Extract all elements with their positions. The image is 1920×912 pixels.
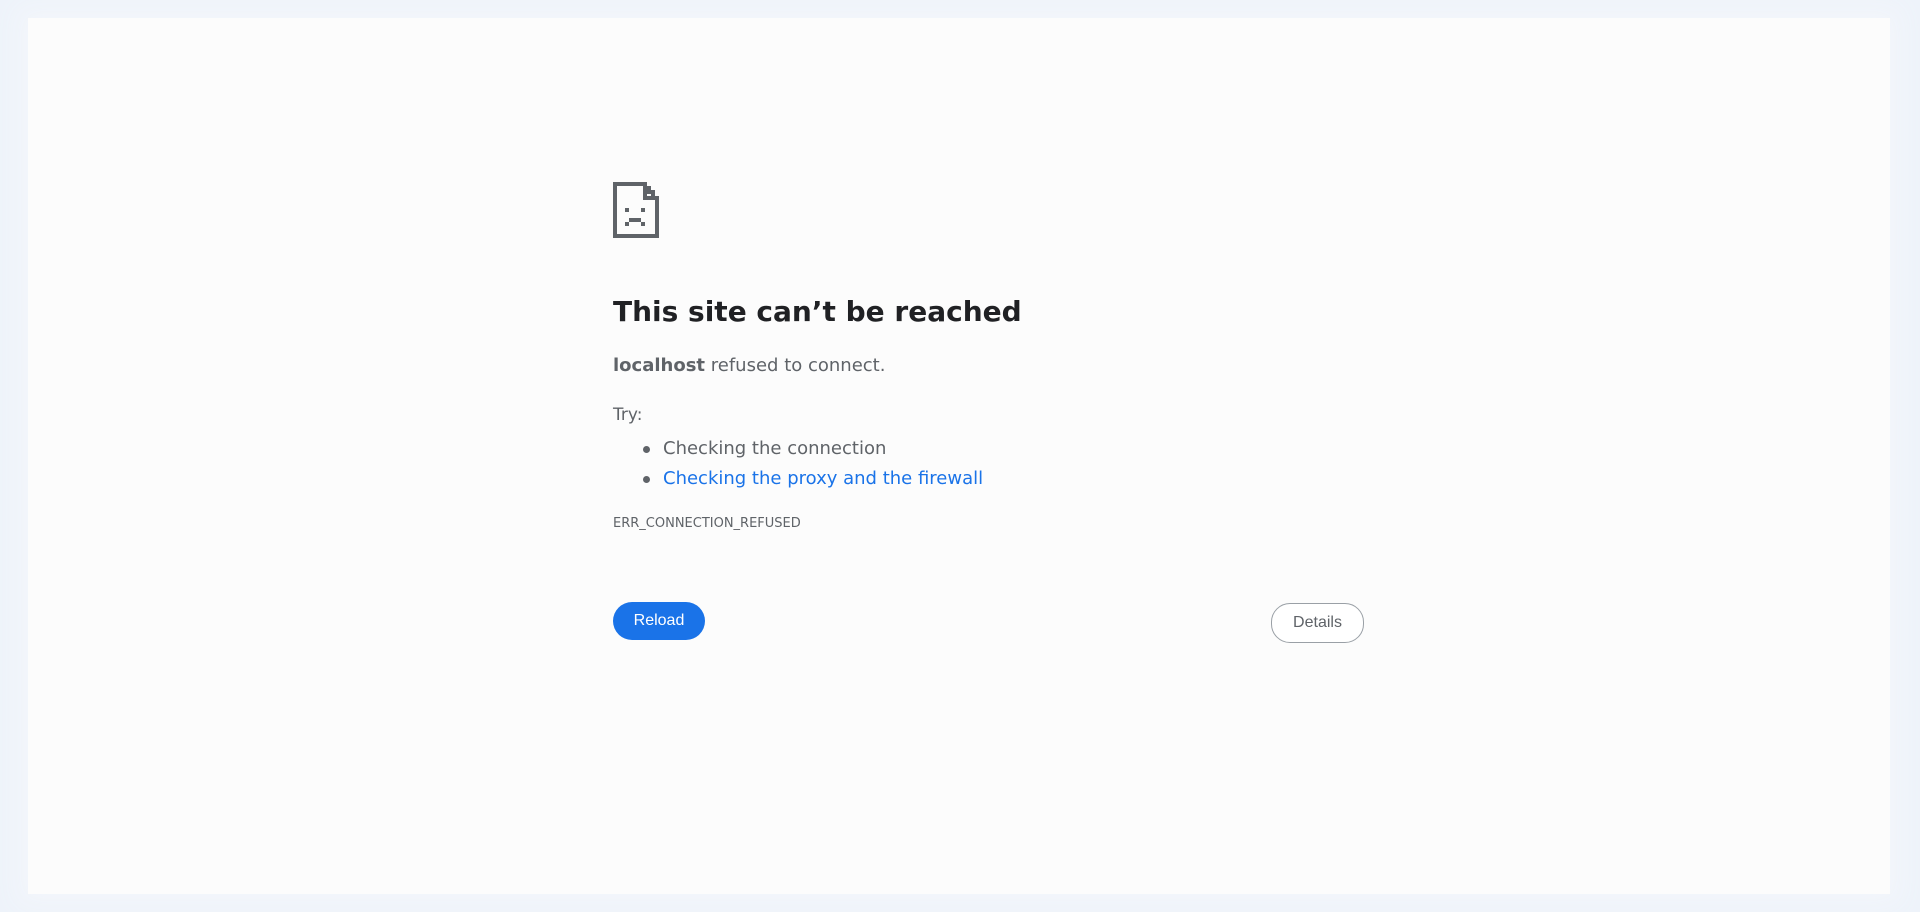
suggestion-check-connection: Checking the connection <box>613 434 983 464</box>
try-label: Try: <box>613 405 643 425</box>
sad-page-icon <box>613 182 659 238</box>
error-summary: localhost refused to connect. <box>613 355 885 376</box>
error-host: localhost <box>613 355 706 376</box>
error-page: This site can’t be reached localhost ref… <box>28 18 1890 894</box>
error-summary-text: refused to connect. <box>710 355 886 376</box>
error-content: This site can’t be reached localhost ref… <box>613 182 1364 643</box>
suggestion-check-proxy-firewall[interactable]: Checking the proxy and the firewall <box>613 464 983 494</box>
details-button[interactable]: Details <box>1271 603 1364 643</box>
browser-viewport: This site can’t be reached localhost ref… <box>0 0 1920 912</box>
reload-button[interactable]: Reload <box>613 602 705 640</box>
error-code: ERR_CONNECTION_REFUSED <box>613 516 801 531</box>
proxy-firewall-link[interactable]: Checking the proxy and the firewall <box>663 468 983 489</box>
suggestions-list: Checking the connection Checking the pro… <box>613 434 983 494</box>
suggestion-text: Checking the connection <box>663 438 887 459</box>
page-title: This site can’t be reached <box>613 295 1022 328</box>
